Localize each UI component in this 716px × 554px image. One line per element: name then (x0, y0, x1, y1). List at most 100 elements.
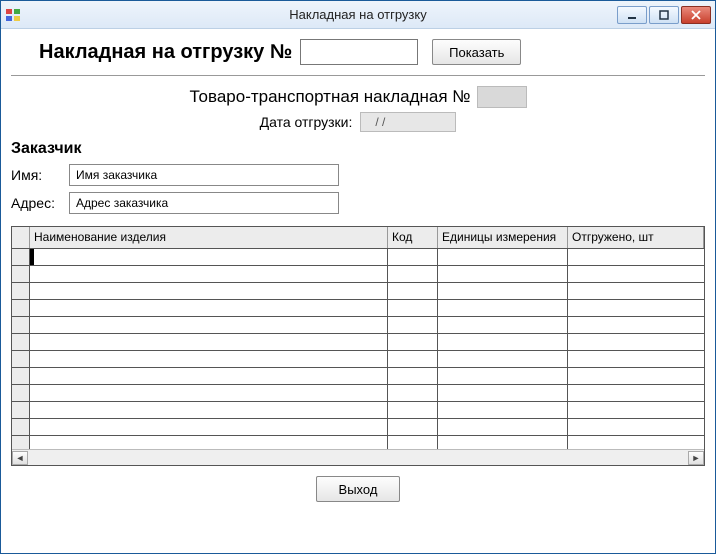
grid-cell[interactable] (388, 334, 438, 350)
grid-cell[interactable] (568, 300, 704, 316)
grid-cell[interactable] (388, 436, 438, 449)
grid-cell[interactable] (388, 283, 438, 299)
grid-cell[interactable] (388, 419, 438, 435)
grid-cell[interactable] (388, 385, 438, 401)
grid-cell[interactable] (568, 266, 704, 282)
window-title: Накладная на отгрузку (1, 7, 715, 22)
customer-name-input[interactable] (69, 164, 339, 186)
grid-cell[interactable] (438, 317, 568, 333)
grid-cell[interactable] (388, 402, 438, 418)
row-selector[interactable] (12, 351, 30, 367)
grid-header: Наименование изделия Код Единицы измерен… (12, 227, 704, 249)
grid-cell[interactable] (438, 402, 568, 418)
grid-cell[interactable] (438, 351, 568, 367)
grid-cell[interactable] (388, 266, 438, 282)
grid-cell[interactable] (438, 283, 568, 299)
grid-cell[interactable] (30, 351, 388, 367)
grid-corner (12, 227, 30, 248)
row-selector[interactable] (12, 419, 30, 435)
table-row[interactable] (12, 266, 704, 283)
grid-cell[interactable] (438, 368, 568, 384)
items-grid[interactable]: Наименование изделия Код Единицы измерен… (11, 226, 705, 466)
grid-cell[interactable] (30, 283, 388, 299)
ship-date-label: Дата отгрузки: (260, 114, 353, 130)
row-selector[interactable] (12, 334, 30, 350)
grid-cell[interactable] (30, 419, 388, 435)
grid-cell[interactable] (568, 419, 704, 435)
grid-cell[interactable] (388, 317, 438, 333)
title-bar: Накладная на отгрузку (1, 1, 715, 29)
grid-cell[interactable] (568, 317, 704, 333)
grid-cell[interactable] (438, 266, 568, 282)
grid-cell[interactable] (30, 436, 388, 449)
grid-cell[interactable] (438, 300, 568, 316)
grid-cell[interactable] (568, 283, 704, 299)
grid-cell[interactable] (388, 351, 438, 367)
doc-number-input[interactable] (300, 39, 418, 65)
grid-cell[interactable] (388, 300, 438, 316)
grid-cell[interactable] (388, 368, 438, 384)
minimize-button[interactable] (617, 6, 647, 24)
grid-cell[interactable] (438, 334, 568, 350)
customer-address-input[interactable] (69, 192, 339, 214)
app-icon (5, 7, 21, 23)
footer: Выход (11, 466, 705, 502)
grid-cell[interactable] (30, 317, 388, 333)
row-selector[interactable] (12, 317, 30, 333)
table-row[interactable] (12, 317, 704, 334)
client-area: Накладная на отгрузку № Показать Товаро-… (1, 29, 715, 553)
grid-body[interactable] (12, 249, 704, 449)
exit-button[interactable]: Выход (316, 476, 401, 502)
grid-cell[interactable] (388, 249, 438, 265)
doc-number-label: Накладная на отгрузку № (39, 41, 292, 64)
grid-cell[interactable] (30, 368, 388, 384)
col-header-unit[interactable]: Единицы измерения (438, 227, 568, 248)
row-selector[interactable] (12, 402, 30, 418)
maximize-button[interactable] (649, 6, 679, 24)
table-row[interactable] (12, 351, 704, 368)
grid-cell[interactable] (568, 351, 704, 367)
grid-cell[interactable] (438, 436, 568, 449)
table-row[interactable] (12, 334, 704, 351)
scroll-right-icon[interactable]: ► (688, 451, 704, 465)
grid-cell[interactable] (30, 266, 388, 282)
col-header-qty[interactable]: Отгружено, шт (568, 227, 704, 248)
ship-date-value: / / (360, 112, 456, 132)
table-row[interactable] (12, 436, 704, 449)
scroll-left-icon[interactable]: ◄ (12, 451, 28, 465)
grid-cell[interactable] (438, 249, 568, 265)
row-selector[interactable] (12, 283, 30, 299)
grid-cell[interactable] (30, 402, 388, 418)
table-row[interactable] (12, 249, 704, 266)
row-selector[interactable] (12, 385, 30, 401)
col-header-name[interactable]: Наименование изделия (30, 227, 388, 248)
row-selector[interactable] (12, 436, 30, 449)
grid-cell[interactable] (30, 300, 388, 316)
grid-h-scrollbar[interactable]: ◄ ► (12, 449, 704, 465)
row-selector[interactable] (12, 368, 30, 384)
grid-cell[interactable] (438, 385, 568, 401)
grid-cell[interactable] (568, 385, 704, 401)
table-row[interactable] (12, 283, 704, 300)
close-button[interactable] (681, 6, 711, 24)
grid-cell[interactable] (568, 402, 704, 418)
row-selector[interactable] (12, 300, 30, 316)
grid-cell[interactable] (30, 385, 388, 401)
table-row[interactable] (12, 368, 704, 385)
row-selector[interactable] (12, 249, 30, 265)
grid-cell[interactable] (438, 419, 568, 435)
col-header-code[interactable]: Код (388, 227, 438, 248)
table-row[interactable] (12, 419, 704, 436)
grid-cell[interactable] (30, 249, 388, 265)
grid-cell[interactable] (30, 334, 388, 350)
row-selector[interactable] (12, 266, 30, 282)
show-button[interactable]: Показать (432, 39, 521, 65)
table-row[interactable] (12, 300, 704, 317)
customer-name-label: Имя: (11, 167, 69, 183)
grid-cell[interactable] (568, 368, 704, 384)
grid-cell[interactable] (568, 436, 704, 449)
grid-cell[interactable] (568, 249, 704, 265)
table-row[interactable] (12, 385, 704, 402)
table-row[interactable] (12, 402, 704, 419)
grid-cell[interactable] (568, 334, 704, 350)
